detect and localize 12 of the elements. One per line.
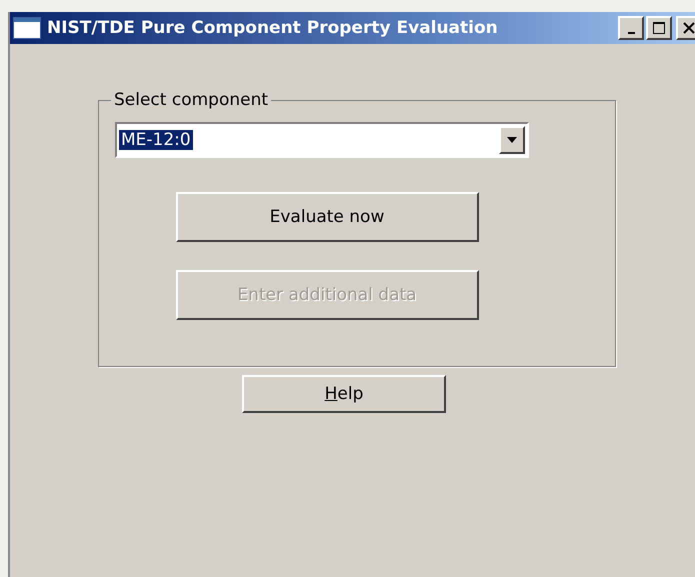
minimize-icon xyxy=(628,32,634,34)
help-button[interactable]: Help xyxy=(242,375,446,413)
window-icon xyxy=(13,17,41,39)
group-label: Select component xyxy=(113,90,270,110)
close-icon xyxy=(682,21,695,35)
close-button[interactable] xyxy=(676,16,695,40)
window-title: NIST/TDE Pure Component Property Evaluation xyxy=(47,18,499,38)
component-dropdown[interactable]: ME-12:0 xyxy=(115,122,529,158)
action-button[interactable]: Evaluate now xyxy=(176,192,478,242)
minimize-button[interactable] xyxy=(618,16,644,40)
maximize-button[interactable] xyxy=(646,16,672,40)
maximize-icon xyxy=(652,21,666,35)
